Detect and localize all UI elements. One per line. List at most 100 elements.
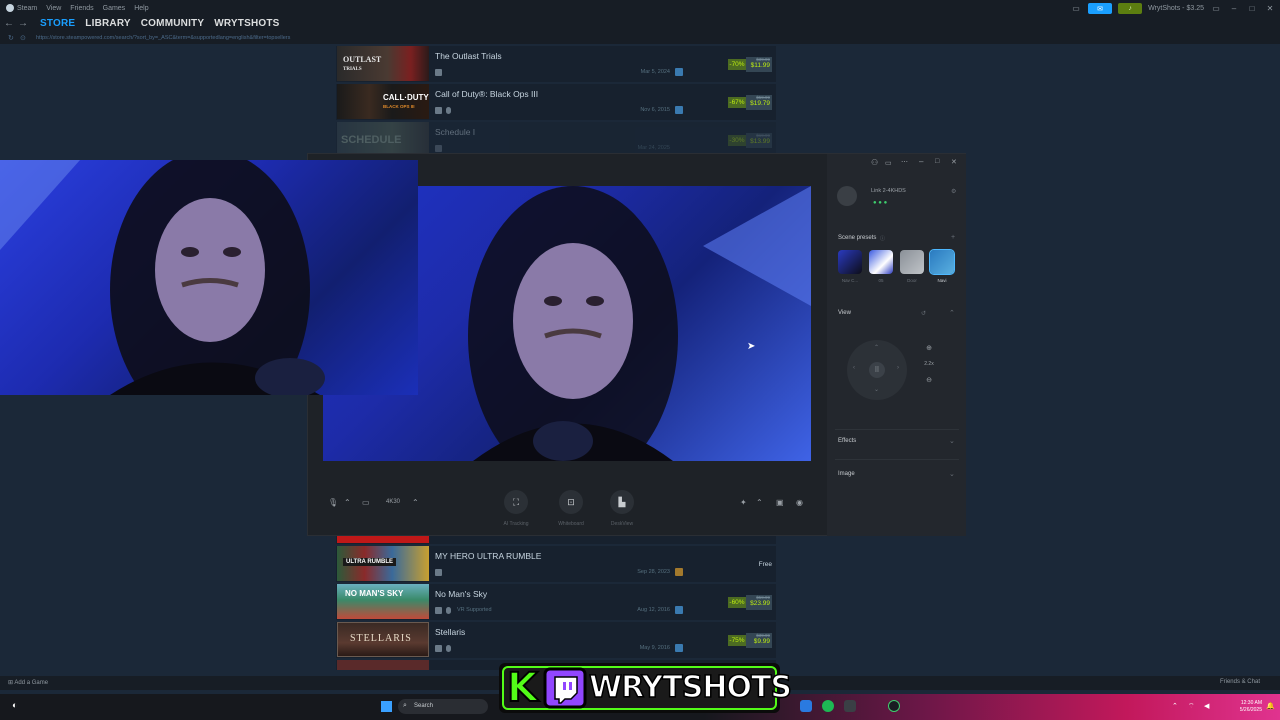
resolution-chevron-icon[interactable]: ⌃ (412, 498, 419, 507)
preset-thumbnail[interactable] (900, 250, 924, 274)
add-game-button[interactable]: ⊞ Add a Game (8, 679, 48, 686)
menu-help[interactable]: Help (134, 5, 148, 12)
pan-right-icon[interactable]: › (897, 365, 899, 371)
price-block: $19.99 $13.99 (746, 133, 772, 148)
wishlist-icon (675, 568, 683, 576)
game-title: Schedule I (435, 127, 476, 137)
list-item[interactable]: NO MAN'S SKY No Man's Sky VR Supported A… (336, 584, 776, 620)
spotify-icon[interactable] (822, 700, 834, 712)
release-date: Sep 28, 2023 (637, 569, 670, 575)
tilt-up-icon[interactable]: ⌃ (874, 344, 879, 351)
bigpicture-icon[interactable]: ▭ (1210, 4, 1222, 13)
preset-thumbnail[interactable] (869, 250, 893, 274)
taskbar-app-icon[interactable] (888, 700, 900, 712)
back-arrow-icon[interactable]: ← (2, 18, 16, 29)
close-icon[interactable]: ✕ (1264, 4, 1276, 13)
pan-left-icon[interactable]: ‹ (853, 365, 855, 371)
effects-section-label[interactable]: Effects (838, 438, 856, 444)
tilt-down-icon[interactable]: ⌄ (874, 386, 879, 393)
start-app-icon[interactable]: ◐ (12, 700, 17, 710)
tab-store[interactable]: STORE (40, 18, 75, 29)
tab-profile[interactable]: WRYTSHOTS (214, 18, 279, 29)
microphone-icon[interactable]: 🎙 (328, 498, 338, 507)
account-name[interactable]: WrytShots - $3.25 (1148, 5, 1204, 12)
snapshot-icon[interactable]: ▣ (776, 498, 784, 507)
zoom-out-icon[interactable]: ⊖ (921, 376, 937, 384)
device-name[interactable]: Link 2-4KHDS (871, 188, 906, 194)
game-title: No Man's Sky (435, 589, 488, 599)
minimize-icon[interactable]: – (919, 157, 923, 166)
discount-badge: -60% (728, 597, 746, 608)
menu-games[interactable]: Games (103, 5, 126, 12)
list-item[interactable]: CALL·DUTY BLACK OPS III Call of Duty®: Bl… (336, 84, 776, 120)
ai-tracking-button[interactable]: ⛶ (504, 490, 528, 514)
pan-tilt-dpad[interactable]: ⌃ ‹ › ⌄ ⠿ (847, 340, 907, 400)
announcements-button[interactable]: ✉ (1088, 3, 1113, 14)
resolution-label[interactable]: 4K30 (386, 499, 400, 505)
dpad-center-icon[interactable]: ⠿ (869, 362, 885, 378)
expand-chevron-icon[interactable]: ⌄ (949, 470, 955, 478)
more-icon[interactable]: ⋯ (901, 158, 908, 166)
reload-icon[interactable]: ↻ (8, 34, 14, 42)
broadcast-icon[interactable]: ▭ (1070, 4, 1082, 13)
mac-icon (446, 107, 451, 114)
expand-chevron-icon[interactable]: ⌄ (949, 437, 955, 445)
deskview-button[interactable]: ▙ (610, 490, 634, 514)
collapse-chevron-icon[interactable]: ⌃ (949, 309, 955, 317)
windows-start-icon[interactable] (381, 701, 392, 712)
image-section-label[interactable]: Image (838, 471, 855, 477)
deskview-label: DeskView (610, 521, 634, 527)
minimize-icon[interactable]: – (1228, 4, 1240, 13)
final-price: $13.99 (750, 138, 770, 145)
list-item[interactable]: OUTLAST TRIALS The Outlast Trials Mar 5, … (336, 46, 776, 82)
tray-chevron-icon[interactable]: ⌃ (1172, 702, 1178, 710)
windows-icon (435, 107, 442, 114)
maximize-icon[interactable]: □ (935, 158, 939, 165)
close-icon[interactable]: ✕ (951, 158, 957, 166)
deskview-icon: ▙ (618, 496, 626, 507)
mic-chevron-icon[interactable]: ⌃ (344, 498, 351, 507)
whiteboard-button[interactable]: ⊡ (559, 490, 583, 514)
info-icon[interactable]: ⓘ (880, 235, 885, 242)
network-icon[interactable]: ⌔ (1188, 702, 1195, 711)
user-icon[interactable]: ⚇ (871, 158, 878, 167)
camera-icon[interactable]: ▭ (362, 498, 370, 507)
game-title: The Outlast Trials (435, 51, 502, 61)
maximize-icon[interactable]: □ (1246, 4, 1258, 13)
forward-arrow-icon[interactable]: → (16, 18, 30, 29)
capsule-art: STELLARIS (350, 633, 412, 644)
list-item[interactable]: ULTRA RUMBLE MY HERO ULTRA RUMBLE Sep 28… (336, 546, 776, 582)
volume-icon[interactable]: ◀ (1204, 702, 1209, 710)
friends-chat-button[interactable]: Friends & Chat (1220, 679, 1260, 685)
device-settings-icon[interactable]: ⚙ (951, 188, 956, 195)
notifications-button[interactable]: ♪ (1118, 3, 1143, 14)
list-item[interactable]: STELLARIS Stellaris May 9, 2016 -75% $39… (336, 622, 776, 658)
preset-thumbnail-selected[interactable] (929, 249, 955, 275)
taskbar-clock[interactable]: 12:30 AM 5/26/2025 (1226, 700, 1262, 714)
game-title: Stellaris (435, 627, 466, 637)
gesture-chevron-icon[interactable]: ⌃ (756, 498, 763, 507)
gesture-icon[interactable]: ✦ (740, 498, 747, 507)
zoom-in-icon[interactable]: ⊕ (921, 344, 937, 352)
menu-view[interactable]: View (46, 5, 61, 12)
menu-friends[interactable]: Friends (70, 5, 93, 12)
game-capsule-image: ULTRA RUMBLE (337, 546, 429, 581)
notification-icon[interactable]: 🔔 (1266, 702, 1275, 710)
add-preset-icon[interactable]: + (951, 234, 955, 241)
taskbar-search[interactable]: Search (398, 699, 488, 714)
tab-community[interactable]: COMMUNITY (141, 18, 204, 29)
view-section-label[interactable]: View (838, 310, 851, 316)
search-icon: ⌕ (403, 702, 407, 709)
record-icon[interactable]: ◉ (796, 498, 803, 507)
tab-library[interactable]: LIBRARY (85, 18, 130, 29)
url-text[interactable]: https://store.steampowered.com/search/?s… (36, 35, 290, 41)
taskbar-app-icon[interactable] (800, 700, 812, 712)
preset-thumbnail[interactable] (838, 250, 862, 274)
menu-steam[interactable]: Steam (17, 5, 37, 12)
zoom-level: 2.2x (924, 361, 934, 367)
megaphone-icon: ✉ (1097, 5, 1104, 13)
pip-icon[interactable]: ▭ (885, 159, 892, 167)
streamer-webcam-overlay (0, 160, 418, 395)
taskbar-app-icon[interactable] (844, 700, 856, 712)
reset-icon[interactable]: ↺ (921, 310, 926, 317)
